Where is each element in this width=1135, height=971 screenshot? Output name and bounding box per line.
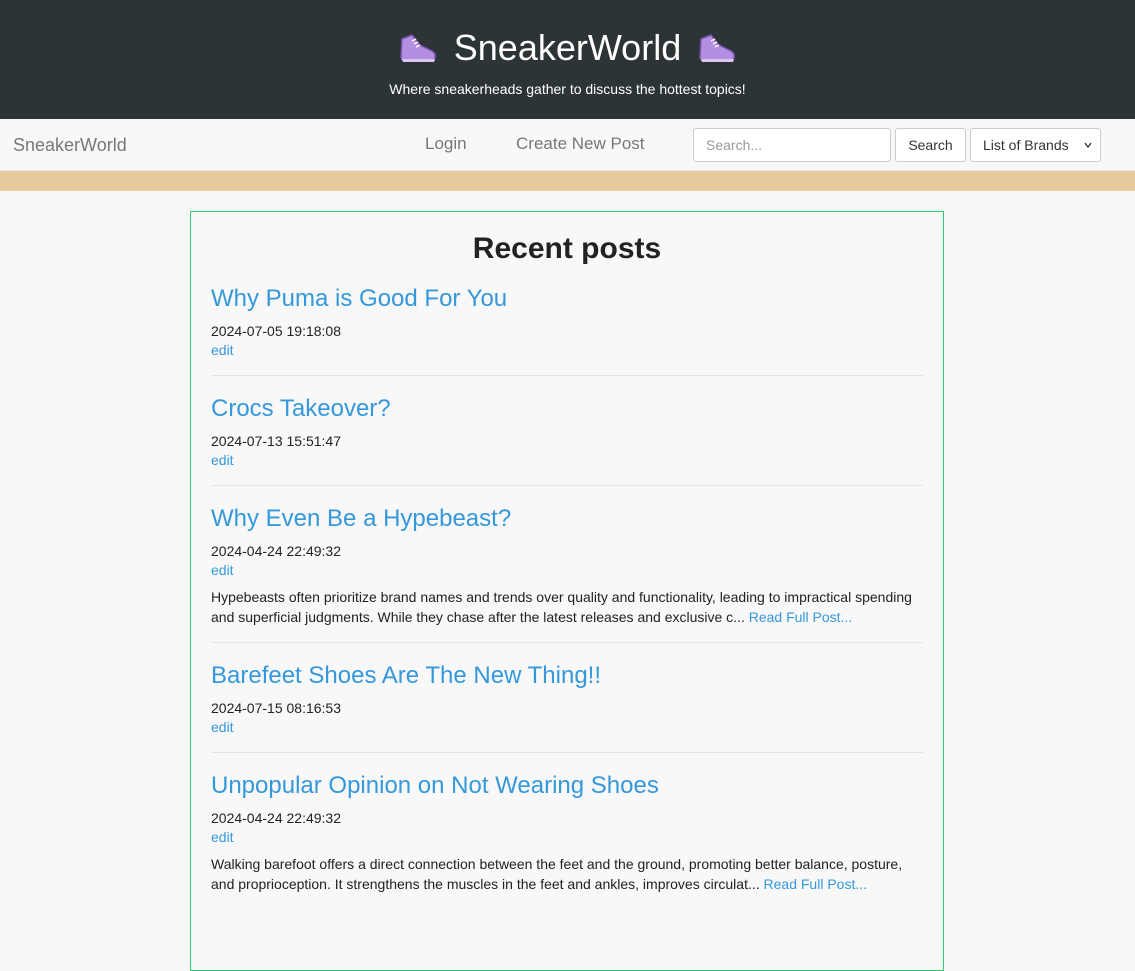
banner-title: SneakerWorld [453, 27, 682, 68]
create-post-link[interactable]: Create New Post [516, 134, 645, 154]
search-button[interactable]: Search [895, 128, 966, 162]
banner-title-row: SneakerWorld [0, 25, 1135, 71]
read-full-post-link[interactable]: Read Full Post... [764, 876, 868, 892]
recent-posts-panel: Recent posts Why Puma is Good For You 20… [190, 211, 944, 971]
login-link[interactable]: Login [425, 134, 467, 154]
post-item: Why Puma is Good For You 2024-07-05 19:1… [211, 284, 923, 376]
page-title: Recent posts [472, 232, 662, 265]
site-banner: SneakerWorld Where sneakerheads gather t… [0, 0, 1135, 119]
post-edit-link[interactable]: edit [211, 450, 923, 470]
post-edit-link[interactable]: edit [211, 560, 923, 580]
post-title-link[interactable]: Unpopular Opinion on Not Wearing Shoes [211, 771, 923, 801]
post-edit-link[interactable]: edit [211, 717, 923, 737]
post-date: 2024-07-05 19:18:08 [211, 323, 341, 339]
posts-list: Why Puma is Good For You 2024-07-05 19:1… [211, 284, 923, 909]
post-item: Crocs Takeover? 2024-07-13 15:51:47 edit [211, 394, 923, 486]
post-item: Why Even Be a Hypebeast? 2024-04-24 22:4… [211, 504, 923, 643]
sneaker-icon [400, 34, 436, 62]
post-edit-link[interactable]: edit [211, 827, 923, 847]
read-full-post-link[interactable]: Read Full Post... [749, 609, 853, 625]
post-date: 2024-04-24 22:49:32 [211, 810, 341, 826]
post-date: 2024-07-15 08:16:53 [211, 700, 341, 716]
post-title-link[interactable]: Why Puma is Good For You [211, 284, 923, 314]
post-item: Barefeet Shoes Are The New Thing!! 2024-… [211, 661, 923, 753]
post-item: Unpopular Opinion on Not Wearing Shoes 2… [211, 771, 923, 909]
post-date: 2024-07-13 15:51:47 [211, 433, 341, 449]
banner-subtitle: Where sneakerheads gather to discuss the… [389, 81, 746, 97]
sneaker-icon [699, 34, 736, 62]
search-input[interactable] [693, 128, 891, 162]
accent-bar [0, 171, 1135, 191]
chevron-down-icon [1084, 142, 1092, 149]
post-excerpt: Hypebeasts often prioritize brand names … [211, 587, 923, 627]
brands-select-value: List of Brands [983, 137, 1069, 153]
post-date: 2024-04-24 22:49:32 [211, 543, 341, 559]
post-title-link[interactable]: Why Even Be a Hypebeast? [211, 504, 923, 534]
post-title-link[interactable]: Barefeet Shoes Are The New Thing!! [211, 661, 923, 691]
navbar-brand-link[interactable]: SneakerWorld [13, 135, 127, 156]
post-title-link[interactable]: Crocs Takeover? [211, 394, 923, 424]
brands-select[interactable]: List of Brands [970, 128, 1101, 162]
post-excerpt: Walking barefoot offers a direct connect… [211, 854, 923, 894]
post-edit-link[interactable]: edit [211, 340, 923, 360]
navbar: SneakerWorld Login Create New Post Searc… [0, 119, 1135, 171]
